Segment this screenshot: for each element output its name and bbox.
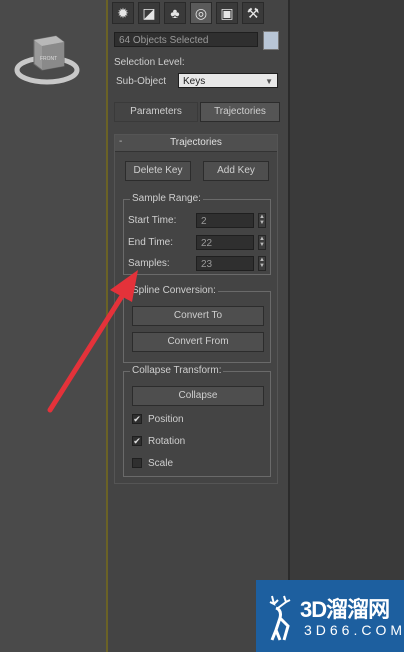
- motion-icon[interactable]: ◎: [190, 2, 212, 24]
- samples-field[interactable]: 23: [196, 256, 254, 271]
- end-time-label: End Time:: [128, 237, 174, 248]
- display-icon[interactable]: ▣: [216, 2, 238, 24]
- subobject-label: Sub-Object: [116, 76, 167, 87]
- command-panel: ✹ ◪ ♣ ◎ ▣ ⚒ 64 Objects Selected Selectio…: [108, 0, 288, 652]
- viewport[interactable]: FRONT: [0, 0, 108, 652]
- scale-checkbox[interactable]: [132, 458, 142, 468]
- viewport-right: [288, 0, 404, 652]
- tab-trajectories[interactable]: Trajectories: [200, 102, 280, 122]
- viewcube-icon[interactable]: FRONT: [12, 30, 82, 92]
- watermark-brand: 3D溜溜网: [300, 597, 390, 622]
- modify-icon[interactable]: ◪: [138, 2, 160, 24]
- samples-spinner[interactable]: ▲ ▼: [258, 256, 266, 271]
- add-key-button[interactable]: Add Key: [203, 161, 269, 181]
- start-time-spinner[interactable]: ▲ ▼: [258, 213, 266, 228]
- collapse-transform-title: Collapse Transform:: [130, 365, 224, 376]
- rollout-title: Trajectories: [170, 137, 222, 148]
- rotation-checkbox[interactable]: ✔: [132, 436, 142, 446]
- sample-range-title: Sample Range:: [130, 193, 203, 204]
- subobject-dropdown[interactable]: Keys ▼: [178, 73, 278, 88]
- position-label: Position: [148, 414, 184, 425]
- start-time-field[interactable]: 2: [196, 213, 254, 228]
- convert-from-button[interactable]: Convert From: [132, 332, 264, 352]
- object-color-swatch[interactable]: [263, 31, 279, 50]
- collapse-transform-group: Collapse Transform: Collapse ✔ Position …: [123, 365, 271, 477]
- subobject-value: Keys: [183, 76, 206, 87]
- delete-key-button[interactable]: Delete Key: [125, 161, 191, 181]
- sample-range-group: Sample Range: Start Time: 2 ▲ ▼ End Time:…: [123, 193, 271, 275]
- selection-name-field[interactable]: 64 Objects Selected: [114, 32, 258, 47]
- samples-label: Samples:: [128, 258, 170, 269]
- hierarchy-icon[interactable]: ♣: [164, 2, 186, 24]
- selection-level-label: Selection Level:: [114, 57, 185, 68]
- deer-logo-icon: [269, 595, 291, 641]
- tab-parameters[interactable]: Parameters: [114, 102, 198, 122]
- utilities-icon[interactable]: ⚒: [242, 2, 264, 24]
- start-time-label: Start Time:: [128, 215, 177, 226]
- create-icon[interactable]: ✹: [112, 2, 134, 24]
- convert-to-button[interactable]: Convert To: [132, 306, 264, 326]
- command-panel-tabs: ✹ ◪ ♣ ◎ ▣ ⚒: [112, 0, 286, 26]
- end-time-field[interactable]: 22: [196, 235, 254, 250]
- viewcube-face-label: FRONT: [40, 56, 57, 62]
- end-time-spinner[interactable]: ▲ ▼: [258, 235, 266, 250]
- trajectories-rollout: - Trajectories Delete Key Add Key Sample…: [114, 134, 278, 484]
- spline-conversion-title: Spline Conversion:: [130, 285, 218, 296]
- spline-conversion-group: Spline Conversion: Convert To Convert Fr…: [123, 285, 271, 363]
- watermark: 3D溜溜网 3D66.COM: [256, 580, 404, 652]
- rotation-label: Rotation: [148, 436, 186, 447]
- watermark-url: 3D66.COM: [304, 622, 404, 638]
- rollout-header[interactable]: - Trajectories: [115, 135, 277, 152]
- scale-label: Scale: [148, 458, 174, 469]
- position-checkbox[interactable]: ✔: [132, 414, 142, 424]
- chevron-down-icon: ▼: [265, 77, 273, 86]
- collapse-button[interactable]: Collapse: [132, 386, 264, 406]
